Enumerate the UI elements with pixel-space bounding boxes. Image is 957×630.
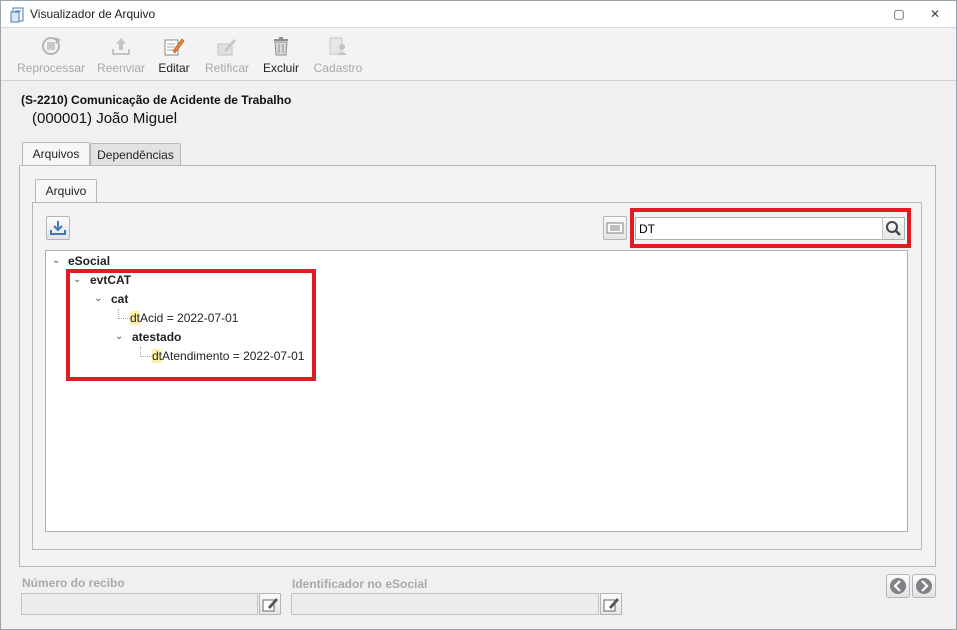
tree-toggle-icon — [606, 222, 624, 234]
register-icon — [329, 37, 347, 55]
esocial-id-edit-button[interactable] — [600, 593, 622, 615]
title-bar: Visualizador de Arquivo ▢ ✕ — [1, 1, 956, 28]
previous-button[interactable] — [886, 574, 910, 598]
edit-icon — [164, 38, 185, 56]
register-button[interactable]: Cadastro — [310, 33, 366, 79]
edit-icon — [262, 598, 278, 612]
esocial-id-label: Identificador no eSocial — [292, 577, 428, 591]
rectify-button[interactable]: Retificar — [201, 33, 253, 79]
event-title: (S-2210) Comunicação de Acidente de Trab… — [21, 93, 292, 107]
delete-button[interactable]: Excluir — [261, 33, 301, 79]
file-viewer-window: Visualizador de Arquivo ▢ ✕ Reprocessar … — [0, 0, 957, 630]
receipt-field — [21, 593, 258, 615]
next-button[interactable] — [912, 574, 936, 598]
restore-button[interactable]: ▢ — [888, 5, 910, 23]
tab-dependencias[interactable]: Dependências — [90, 143, 181, 166]
window-title: Visualizador de Arquivo — [30, 7, 156, 21]
expand-all-button[interactable] — [603, 216, 627, 240]
arrow-left-icon — [890, 578, 906, 594]
tree-node-esocial[interactable]: eSocial — [68, 254, 110, 268]
annotation-search-box — [630, 208, 911, 248]
receipt-edit-button[interactable] — [259, 593, 281, 615]
reprocess-icon — [42, 37, 61, 55]
receipt-label: Número do recibo — [22, 576, 125, 590]
download-icon — [50, 221, 66, 235]
download-button[interactable] — [46, 216, 70, 240]
resend-button[interactable]: Reenviar — [94, 33, 148, 79]
tab-arquivos[interactable]: Arquivos — [22, 142, 90, 166]
app-icon — [10, 7, 24, 23]
trash-icon — [274, 37, 288, 56]
rectify-icon — [217, 39, 236, 56]
toolbar: Reprocessar Reenviar Editar Retificar Ex… — [1, 29, 956, 81]
tab-arquivo[interactable]: Arquivo — [35, 179, 97, 203]
reprocess-button[interactable]: Reprocessar — [15, 33, 87, 79]
close-button[interactable]: ✕ — [924, 5, 946, 23]
arrow-right-icon — [916, 578, 932, 594]
edit-button[interactable]: Editar — [155, 33, 193, 79]
esocial-id-field — [291, 593, 599, 615]
person-title: (000001) João Miguel — [32, 110, 178, 127]
annotation-tree-box — [66, 269, 316, 381]
edit-icon — [603, 598, 619, 612]
resend-icon — [112, 38, 130, 55]
chevron-down-icon[interactable]: ⌄ — [52, 255, 60, 266]
